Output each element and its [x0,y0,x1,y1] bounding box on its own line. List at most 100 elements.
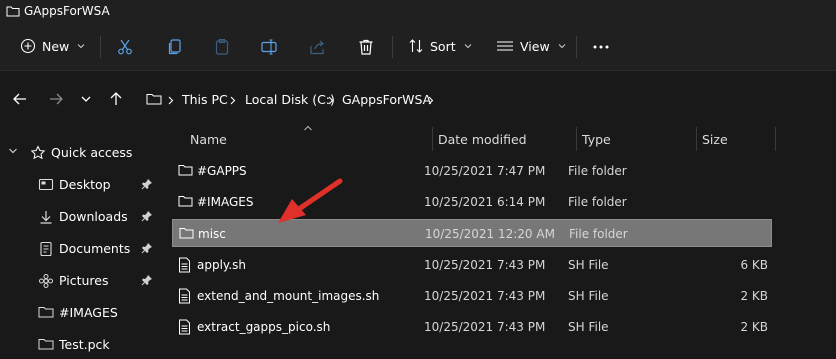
copy-icon [166,38,184,56]
more-options-button[interactable] [592,38,610,54]
breadcrumb-gappsforwsa[interactable]: GAppsForWSA [342,92,431,107]
folder-icon [38,337,54,351]
column-divider[interactable] [775,127,776,151]
file-list: Name Date modified Type Size #GAPPS 10/2… [158,125,836,344]
annotation-arrow-icon [270,175,350,235]
back-button[interactable] [12,91,28,107]
paste-button[interactable] [213,38,231,56]
nav-quick-access[interactable]: Quick access [0,137,158,167]
nav-item-images[interactable]: #IMAGES [0,297,158,327]
share-icon [308,38,326,56]
cut-button[interactable] [116,38,134,56]
folder-icon [146,92,162,106]
arrow-left-icon [12,91,28,107]
sort-label: Sort [430,38,456,54]
toolbar-divider [100,36,101,58]
sort-button[interactable]: Sort [408,38,472,54]
pin-icon [141,274,153,286]
up-button[interactable] [108,91,124,107]
trash-icon [357,38,375,56]
nav-item-pictures[interactable]: Pictures [0,265,158,295]
scissors-icon [116,38,134,56]
sort-icon [408,38,424,54]
file-date: 10/25/2021 6:14 PM [424,195,546,209]
file-date: 10/25/2021 7:43 PM [424,258,546,272]
nav-item-label: Desktop [59,177,111,192]
file-name: extract_gapps_pico.sh [197,320,331,334]
file-type: File folder [569,227,628,241]
file-icon [178,319,191,335]
new-button[interactable]: New [20,38,85,54]
nav-item-label: Downloads [59,209,128,224]
folder-icon [6,4,20,18]
rename-icon [260,38,278,56]
file-type: File folder [568,195,627,209]
chevron-down-icon [80,94,92,104]
file-row[interactable]: apply.sh 10/25/2021 7:43 PM SH File 6 KB [172,251,772,279]
file-size: 6 KB [740,258,768,272]
breadcrumb-this-pc[interactable]: This PC [182,92,228,107]
file-row-selected[interactable]: misc 10/25/2021 12:20 AM File folder [172,219,772,247]
breadcrumb-local-disk[interactable]: Local Disk (C:) [245,92,335,107]
rename-button[interactable] [260,38,278,56]
file-row[interactable]: #GAPPS 10/25/2021 7:47 PM File folder [172,157,772,185]
nav-item-label: Test.pck [59,337,110,352]
file-row[interactable]: extend_and_mount_images.sh 10/25/2021 7:… [172,282,772,310]
file-row[interactable]: #IMAGES 10/25/2021 6:14 PM File folder [172,188,772,216]
chevron-down-icon [558,43,566,49]
new-label: New [42,38,70,54]
file-name: #GAPPS [197,164,247,178]
plus-circle-icon [20,38,36,54]
pictures-icon [38,273,54,289]
clipboard-icon [213,38,231,56]
recent-locations-button[interactable] [80,94,92,104]
chevron-right-icon [428,96,434,105]
folder-icon [178,194,193,208]
chevron-right-icon [328,96,334,105]
chevron-right-icon [230,96,236,105]
chevron-down-icon [77,43,85,49]
chevron-down-icon [464,43,472,49]
desktop-icon [38,177,54,193]
share-button[interactable] [308,38,326,56]
delete-button[interactable] [357,38,375,56]
column-divider[interactable] [576,127,577,151]
nav-item-label: #IMAGES [59,305,118,320]
column-type[interactable]: Type [582,132,611,147]
nav-quick-access-label: Quick access [51,145,133,160]
sort-ascending-icon [303,125,313,131]
star-icon [30,145,46,161]
folder-icon [179,226,194,240]
file-date: 10/25/2021 7:43 PM [424,289,546,303]
arrow-up-icon [108,91,124,107]
file-name: apply.sh [197,258,246,272]
nav-item-downloads[interactable]: Downloads [0,201,158,231]
nav-item-test-pck[interactable]: Test.pck [0,329,158,359]
navigation-pane: Quick access Desktop Downloads Documents [0,125,158,352]
nav-item-desktop[interactable]: Desktop [0,169,158,199]
nav-item-label: Pictures [59,273,109,288]
nav-item-documents[interactable]: Documents [0,233,158,263]
address-row: This PC Local Disk (C:) GAppsForWSA [0,71,836,125]
file-row[interactable]: extract_gapps_pico.sh 10/25/2021 7:43 PM… [172,313,772,341]
download-icon [38,209,54,225]
column-divider[interactable] [432,127,433,151]
column-divider[interactable] [696,127,697,151]
list-view-icon [496,38,514,54]
file-type: File folder [568,164,627,178]
column-name[interactable]: Name [190,132,227,147]
title-bar: GAppsForWSA [0,0,836,24]
view-button[interactable]: View [496,38,566,54]
forward-button[interactable] [48,91,64,107]
chevron-right-icon [168,96,174,105]
pin-icon [141,210,153,222]
file-name: misc [198,227,226,241]
column-date-modified[interactable]: Date modified [438,132,527,147]
copy-button[interactable] [166,38,184,56]
folder-icon [38,305,54,319]
more-icon [592,38,610,54]
chevron-down-icon[interactable] [8,147,18,155]
column-size[interactable]: Size [702,132,728,147]
file-size: 2 KB [740,289,768,303]
document-icon [38,241,54,257]
